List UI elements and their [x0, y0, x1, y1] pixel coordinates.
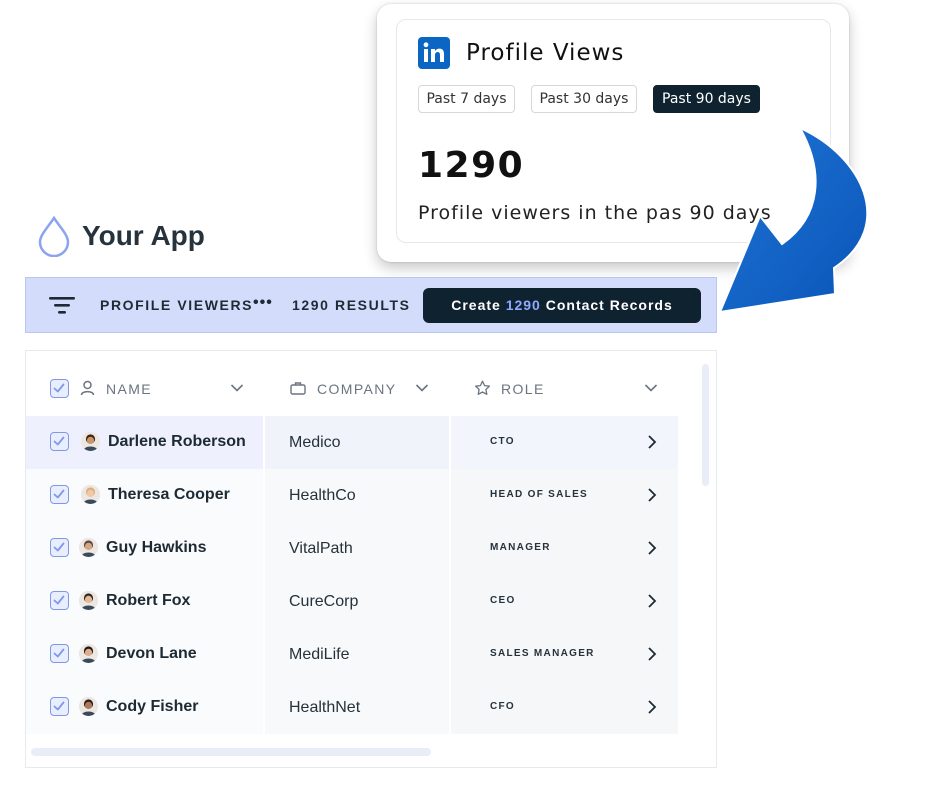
avatar: [79, 644, 98, 663]
avatar: [81, 432, 100, 451]
create-suffix: Contact Records: [540, 297, 673, 313]
table-cell-role-bg: [451, 416, 678, 469]
filter-label[interactable]: PROFILE VIEWERS: [100, 296, 253, 314]
check-icon: [53, 648, 65, 658]
row-checkbox[interactable]: [50, 591, 69, 610]
check-icon: [53, 489, 65, 499]
row-checkbox[interactable]: [50, 538, 69, 557]
avatar: [81, 485, 100, 504]
more-options-icon[interactable]: •••: [253, 294, 273, 312]
profile-views-count: 1290: [418, 145, 525, 186]
contact-role: HEAD OF SALES: [490, 489, 589, 500]
row-checkbox[interactable]: [50, 644, 69, 663]
briefcase-icon: [290, 382, 306, 395]
chevron-right-icon[interactable]: [646, 540, 658, 556]
filter-icon[interactable]: [49, 295, 75, 315]
table-cell-role-bg: [451, 522, 678, 575]
contact-role: MANAGER: [490, 542, 551, 553]
drop-icon: [38, 215, 70, 257]
avatar: [79, 697, 98, 716]
contact-company: HealthCo: [289, 487, 356, 504]
column-header-name[interactable]: NAME: [106, 380, 152, 398]
select-all-checkbox[interactable]: [50, 379, 69, 398]
contact-name[interactable]: Devon Lane: [106, 644, 197, 664]
column-header-company[interactable]: COMPANY: [317, 380, 397, 398]
row-checkbox[interactable]: [50, 432, 69, 451]
check-icon: [53, 595, 65, 605]
create-prefix: Create: [451, 297, 506, 313]
contact-company: Medico: [289, 434, 341, 451]
range-90-days[interactable]: Past 90 days: [653, 85, 760, 113]
chevron-right-icon[interactable]: [646, 699, 658, 715]
range-30-days[interactable]: Past 30 days: [531, 85, 637, 113]
chevron-down-icon[interactable]: [415, 383, 429, 393]
contact-company: HealthNet: [289, 699, 361, 716]
horizontal-scrollbar[interactable]: [31, 748, 431, 756]
curved-arrow-icon: [718, 126, 869, 314]
contact-company: CureCorp: [289, 593, 359, 610]
check-icon: [53, 383, 65, 393]
contact-name[interactable]: Guy Hawkins: [106, 538, 206, 558]
table-cell-role-bg: [451, 681, 678, 734]
chevron-right-icon[interactable]: [646, 487, 658, 503]
chevron-right-icon[interactable]: [646, 434, 658, 450]
profile-views-title: Profile Views: [466, 40, 625, 66]
range-7-days[interactable]: Past 7 days: [418, 85, 515, 113]
chevron-right-icon[interactable]: [646, 646, 658, 662]
linkedin-icon: [418, 37, 450, 69]
results-count: 1290 RESULTS: [292, 297, 411, 313]
avatar: [79, 538, 98, 557]
user-icon: [80, 380, 95, 396]
contact-name[interactable]: Darlene Roberson: [108, 432, 246, 452]
check-icon: [53, 436, 65, 446]
contact-role: CEO: [490, 595, 516, 606]
table-cell-role-bg: [451, 575, 678, 628]
contact-name[interactable]: Robert Fox: [106, 591, 190, 611]
check-icon: [53, 701, 65, 711]
contact-role: CTO: [490, 436, 515, 447]
contact-name[interactable]: Theresa Cooper: [108, 485, 230, 505]
contact-name[interactable]: Cody Fisher: [106, 697, 198, 717]
app-name: Your App: [82, 220, 205, 251]
check-icon: [53, 542, 65, 552]
chevron-down-icon[interactable]: [644, 383, 658, 393]
row-checkbox[interactable]: [50, 485, 69, 504]
chevron-right-icon[interactable]: [646, 593, 658, 609]
chevron-down-icon[interactable]: [230, 383, 244, 393]
vertical-scrollbar[interactable]: [702, 364, 709, 486]
column-header-role[interactable]: ROLE: [501, 380, 545, 398]
contact-company: MediLife: [289, 646, 350, 663]
row-checkbox[interactable]: [50, 697, 69, 716]
contact-company: VitalPath: [289, 540, 353, 557]
create-count: 1290: [505, 297, 541, 313]
contact-role: CFO: [490, 701, 516, 712]
avatar: [79, 591, 98, 610]
contact-role: SALES MANAGER: [490, 648, 595, 659]
create-contact-records-button[interactable]: Create 1290 Contact Records: [423, 288, 701, 323]
star-icon: [474, 380, 491, 395]
